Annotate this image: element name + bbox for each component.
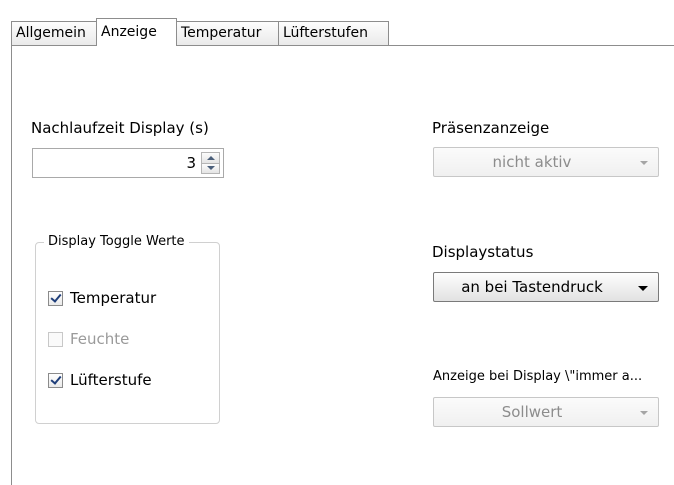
chevron-down-icon (640, 161, 648, 165)
tab-luefterstufen[interactable]: Lüfterstufen (278, 21, 389, 45)
chevron-down-icon (640, 411, 648, 415)
always-on-display-dropdown[interactable]: Sollwert (433, 397, 659, 427)
always-on-display-label: Anzeige bei Display \"immer a... (433, 369, 643, 384)
checkbox-temperatur-label[interactable]: Temperatur (70, 289, 156, 307)
presence-value: nicht aktiv (492, 153, 572, 171)
arrow-up-icon (207, 156, 215, 160)
always-on-display-value: Sollwert (501, 403, 563, 421)
display-timeout-spinbox[interactable]: 3 (32, 148, 224, 178)
display-toggle-group-title: Display Toggle Werte (44, 234, 189, 249)
checkbox-feuchte[interactable] (48, 332, 63, 347)
presence-label: Präsenzanzeige (432, 119, 550, 137)
display-status-value: an bei Tastendruck (461, 278, 603, 296)
presence-dropdown[interactable]: nicht aktiv (433, 147, 659, 177)
checkbox-feuchte-label[interactable]: Feuchte (70, 330, 129, 348)
display-status-dropdown[interactable]: an bei Tastendruck (433, 272, 659, 302)
spin-up-button[interactable] (201, 152, 220, 164)
display-timeout-value[interactable]: 3 (186, 154, 196, 172)
checkbox-luefterstufe[interactable] (48, 373, 63, 388)
display-timeout-label: Nachlaufzeit Display (s) (31, 119, 209, 137)
tab-temperatur[interactable]: Temperatur (176, 21, 279, 45)
checkbox-temperatur[interactable] (48, 291, 63, 306)
chevron-down-icon (638, 286, 648, 291)
checkbox-luefterstufe-label[interactable]: Lüfterstufe (70, 371, 152, 389)
spin-down-button[interactable] (201, 163, 220, 174)
tab-allgemein[interactable]: Allgemein (11, 21, 97, 45)
display-status-label: Displaystatus (432, 243, 534, 261)
arrow-down-icon (207, 165, 215, 170)
tab-anzeige[interactable]: Anzeige (96, 18, 177, 46)
